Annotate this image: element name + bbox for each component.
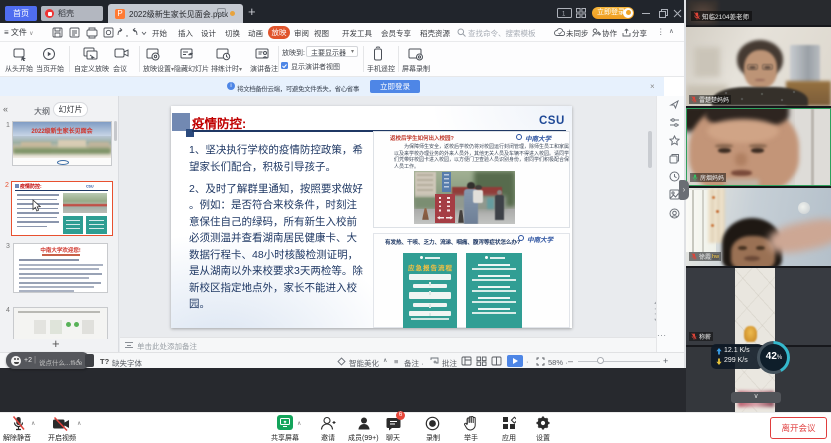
svg-text:1: 1	[562, 12, 566, 18]
